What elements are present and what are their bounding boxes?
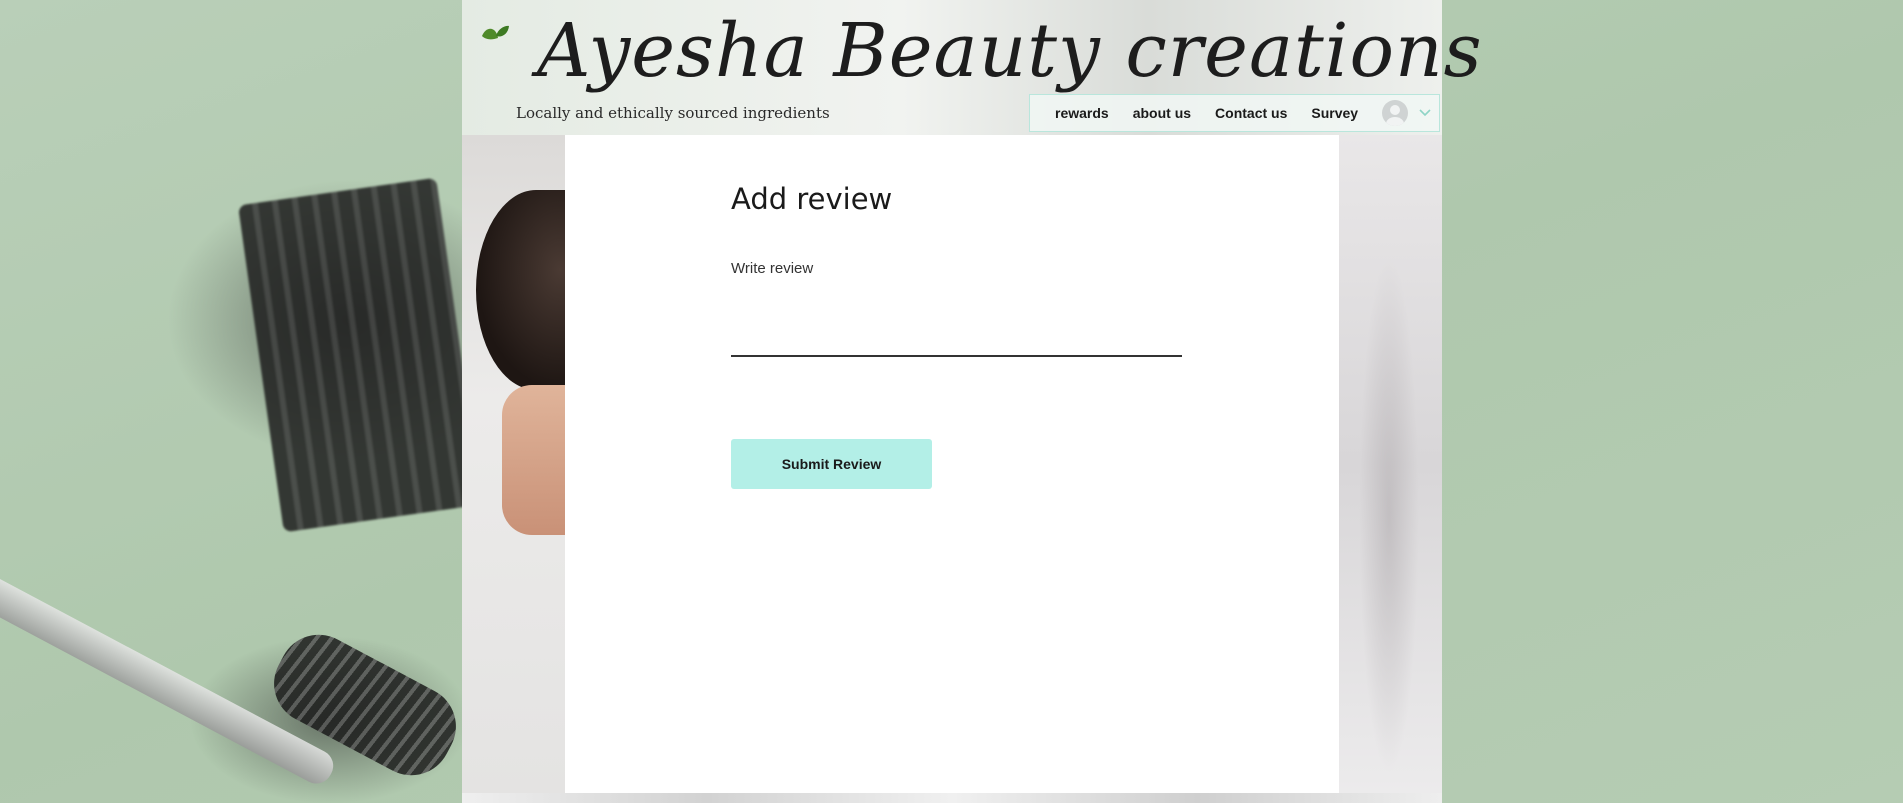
site-tagline: Locally and ethically sourced ingredient… — [516, 104, 830, 122]
site-title[interactable]: Ayesha Beauty creations — [537, 8, 1483, 94]
nav-item-contact-us[interactable]: Contact us — [1215, 105, 1287, 121]
page-title: Add review — [731, 182, 893, 216]
leaf-icon — [482, 25, 509, 40]
main-nav: rewards about us Contact us Survey — [1029, 94, 1440, 132]
review-panel: Add review Write review Submit Review — [565, 135, 1339, 793]
submit-review-button[interactable]: Submit Review — [731, 439, 932, 489]
nav-item-about-us[interactable]: about us — [1133, 105, 1191, 121]
site-container: Ayesha Beauty creations Locally and ethi… — [462, 0, 1482, 803]
hand-decor — [502, 385, 565, 535]
site-header: Ayesha Beauty creations Locally and ethi… — [462, 0, 1482, 135]
account-menu[interactable] — [1382, 100, 1432, 126]
hair-decor — [476, 190, 565, 390]
user-avatar-icon — [1382, 100, 1409, 126]
chevron-down-icon — [1419, 109, 1431, 117]
brush-head-decor — [238, 177, 482, 533]
nav-item-survey[interactable]: Survey — [1311, 105, 1358, 121]
footer-strip — [462, 793, 1442, 803]
nav-item-rewards[interactable]: rewards — [1055, 105, 1109, 121]
left-side-photo — [462, 135, 565, 793]
right-side-photo — [1339, 135, 1442, 793]
review-input[interactable] — [731, 295, 1182, 357]
review-field-label: Write review — [731, 260, 814, 277]
